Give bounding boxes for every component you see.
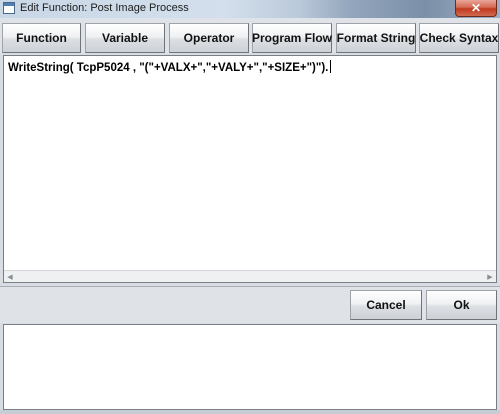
cancel-button-label: Cancel [366,298,406,312]
variable-button-label: Variable [101,31,149,45]
check-syntax-button[interactable]: Check Syntax [419,23,499,53]
close-button[interactable]: ✕ [455,0,497,17]
output-panel[interactable] [3,324,497,410]
code-editor-content[interactable]: WriteString( TcpP5024 , "("+VALX+","+VAL… [8,60,332,74]
format-string-button[interactable]: Format String [336,23,416,53]
action-bar: Cancel Ok [0,287,500,323]
function-button[interactable]: Function [2,23,81,53]
format-string-button-label: Format String [336,31,416,45]
window-title: Edit Function: Post Image Process [20,2,189,14]
text-caret [330,60,332,73]
window-bottom-edge [0,410,500,414]
function-button-label: Function [16,31,67,45]
check-syntax-button-label: Check Syntax [419,31,499,45]
ok-button-label: Ok [453,298,470,312]
ok-button[interactable]: Ok [426,290,497,320]
title-bar: Edit Function: Post Image Process ✕ [0,0,500,18]
toolbar: Function Variable Operator Program Flow … [0,18,500,53]
horizontal-scrollbar[interactable]: ◀ ▶ [4,270,496,282]
program-flow-button[interactable]: Program Flow [252,23,332,53]
cancel-button[interactable]: Cancel [350,290,422,320]
code-text: WriteString( TcpP5024 , "("+VALX+","+VAL… [8,62,329,74]
close-icon: ✕ [470,1,482,15]
edit-function-window: Edit Function: Post Image Process ✕ Func… [0,0,500,414]
window-app-icon [3,2,15,14]
operator-button-label: Operator [183,31,235,45]
operator-button[interactable]: Operator [169,23,249,53]
code-editor[interactable]: WriteString( TcpP5024 , "("+VALX+","+VAL… [3,55,497,283]
arrow-right-icon[interactable]: ▶ [484,271,496,282]
program-flow-button-label: Program Flow [252,31,333,45]
variable-button[interactable]: Variable [85,23,165,53]
arrow-left-icon[interactable]: ◀ [4,271,16,282]
